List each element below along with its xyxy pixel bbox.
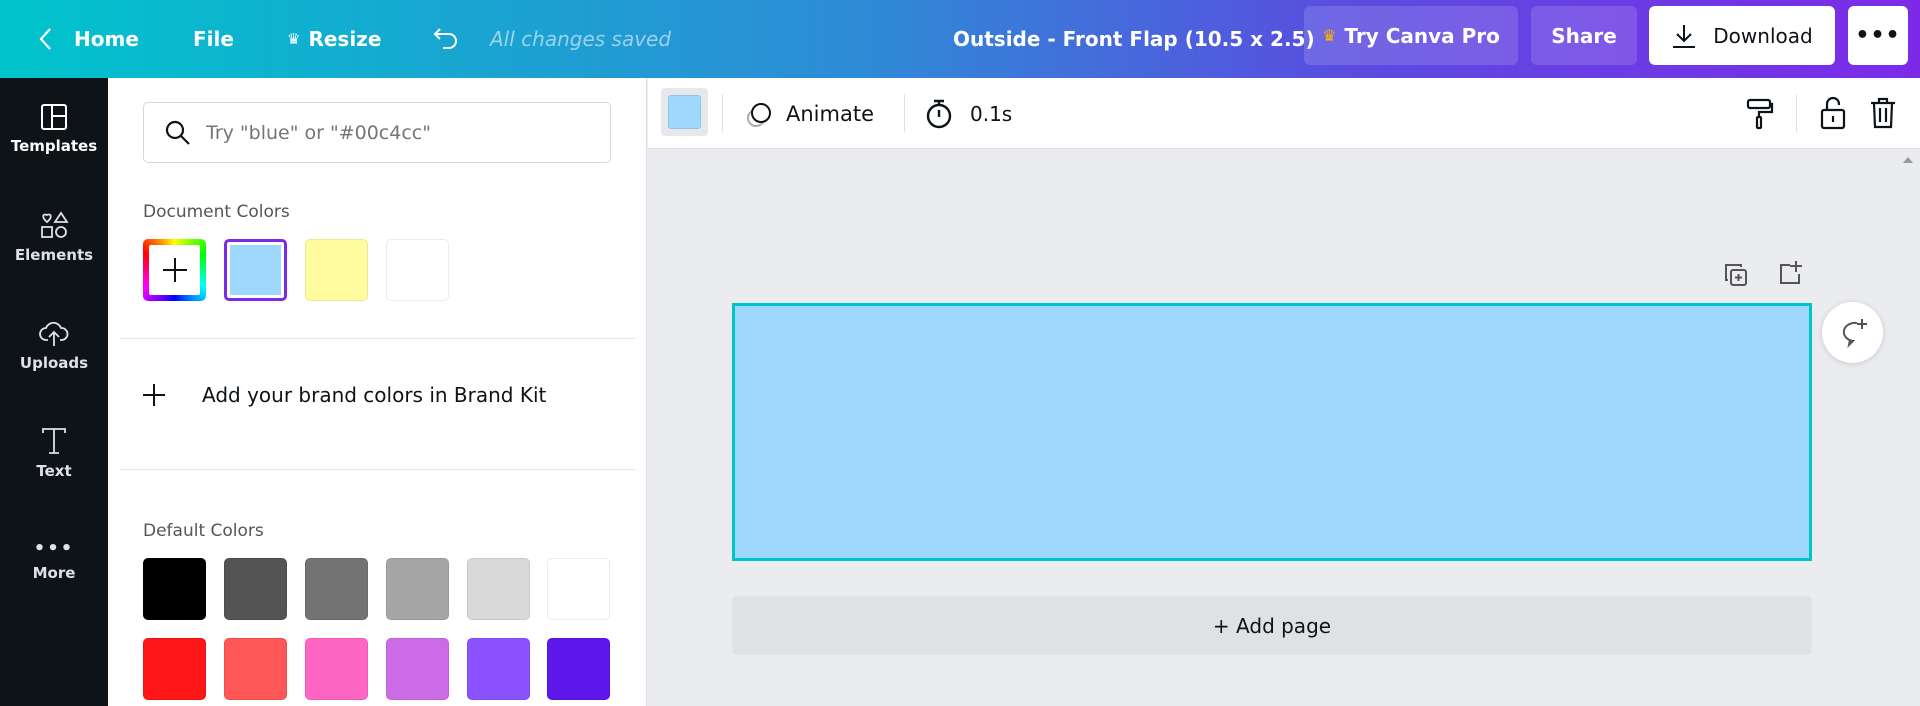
divider: [1796, 94, 1797, 132]
default-color-swatch[interactable]: [467, 638, 530, 700]
default-color-swatch[interactable]: [305, 638, 368, 700]
unlock-icon[interactable]: [1820, 96, 1846, 130]
file-label: File: [193, 27, 234, 51]
download-button[interactable]: Download: [1649, 6, 1835, 65]
undo-button[interactable]: [432, 0, 460, 78]
text-icon: [42, 428, 66, 454]
sidebar-item-more[interactable]: ••• More: [0, 538, 108, 628]
plus-icon: [143, 384, 165, 406]
fill-color-button[interactable]: [661, 88, 708, 136]
crown-icon: ♛: [1322, 26, 1337, 45]
resize-button[interactable]: ♛ Resize: [287, 0, 381, 78]
file-menu[interactable]: File: [193, 0, 234, 78]
default-colors-label: Default Colors: [143, 521, 264, 541]
add-color-button[interactable]: [143, 239, 206, 301]
document-color-swatch[interactable]: [386, 239, 449, 301]
default-color-swatch[interactable]: [386, 558, 449, 620]
sidebar-item-label: Text: [36, 462, 72, 480]
document-color-swatch[interactable]: [305, 239, 368, 301]
document-color-swatch[interactable]: [224, 239, 287, 301]
ellipsis-icon: •••: [33, 538, 75, 559]
try-canva-pro-button[interactable]: ♛ Try Canva Pro: [1304, 6, 1518, 65]
scrollbar[interactable]: [1896, 149, 1920, 706]
brand-kit-link[interactable]: Add your brand colors in Brand Kit: [143, 383, 546, 407]
divider: [722, 94, 723, 132]
duration-button[interactable]: 0.1s: [924, 78, 1012, 149]
crown-icon: ♛: [287, 30, 301, 48]
document-title[interactable]: Outside - Front Flap (10.5 x 2.5): [953, 0, 1315, 78]
default-color-swatch[interactable]: [386, 638, 449, 700]
default-color-swatch[interactable]: [305, 558, 368, 620]
default-color-swatch[interactable]: [143, 558, 206, 620]
home-button[interactable]: Home: [38, 0, 139, 78]
divider: [120, 338, 635, 339]
download-label: Download: [1713, 23, 1813, 48]
sidebar-item-uploads[interactable]: Uploads: [0, 318, 108, 408]
sidebar-item-elements[interactable]: Elements: [0, 210, 108, 300]
plus-icon: [149, 245, 200, 295]
timer-icon: [926, 99, 952, 128]
default-color-swatch[interactable]: [224, 638, 287, 700]
divider: [120, 469, 635, 470]
add-page-button[interactable]: + Add page: [732, 596, 1812, 655]
scroll-up-icon[interactable]: [1903, 157, 1913, 163]
duplicate-page-icon[interactable]: [1723, 262, 1749, 288]
comment-plus-icon: [1842, 318, 1867, 348]
search-icon: [165, 120, 190, 145]
default-color-swatch[interactable]: [224, 558, 287, 620]
editor-toolbar: Animate 0.1s: [648, 78, 1920, 149]
sidebar-item-label: Templates: [10, 137, 98, 155]
chevron-left-icon: [39, 28, 51, 50]
top-bar: Home File ♛ Resize All changes saved Out…: [0, 0, 1920, 78]
brand-kit-label: Add your brand colors in Brand Kit: [202, 383, 547, 407]
trash-icon[interactable]: [1870, 96, 1896, 130]
animate-icon: [747, 102, 771, 127]
add-comment-button[interactable]: [1822, 302, 1883, 363]
default-color-swatch[interactable]: [547, 638, 610, 700]
animate-label: Animate: [786, 101, 874, 126]
search-field[interactable]: [206, 121, 586, 144]
undo-icon: [433, 28, 457, 49]
paint-roller-icon[interactable]: [1746, 98, 1774, 130]
default-color-swatch[interactable]: [143, 638, 206, 700]
try-pro-label: Try Canva Pro: [1344, 23, 1500, 48]
duration-label: 0.1s: [970, 101, 1013, 126]
sidebar-item-label: More: [32, 564, 76, 582]
home-label: Home: [74, 27, 139, 51]
download-icon: [1673, 24, 1696, 48]
share-button[interactable]: Share: [1531, 6, 1637, 65]
elements-icon: [41, 211, 69, 238]
templates-icon: [41, 104, 67, 130]
animate-button[interactable]: Animate: [744, 78, 874, 149]
color-panel: Document Colors Add your brand colors in…: [108, 78, 647, 706]
divider: [904, 94, 905, 132]
default-color-swatch[interactable]: [547, 558, 610, 620]
design-page-selected-element[interactable]: [732, 303, 1812, 561]
sidebar-item-label: Elements: [14, 246, 94, 264]
default-color-swatch[interactable]: [467, 558, 530, 620]
sidebar-item-templates[interactable]: Templates: [0, 103, 108, 193]
cloud-upload-icon: [39, 321, 69, 346]
sidebar-item-label: Uploads: [19, 354, 89, 372]
sidebar-item-text[interactable]: Text: [0, 426, 108, 516]
document-colors-label: Document Colors: [143, 202, 290, 222]
ellipsis-icon: •••: [1855, 23, 1901, 48]
add-page-icon[interactable]: [1778, 260, 1804, 286]
save-status: All changes saved: [490, 27, 672, 51]
fill-color-swatch: [668, 95, 701, 129]
sidebar: Templates Elements Uploads Text ••• More: [0, 78, 108, 706]
resize-label: Resize: [308, 27, 382, 51]
color-search-input[interactable]: [143, 102, 611, 163]
more-options-button[interactable]: •••: [1848, 6, 1908, 65]
